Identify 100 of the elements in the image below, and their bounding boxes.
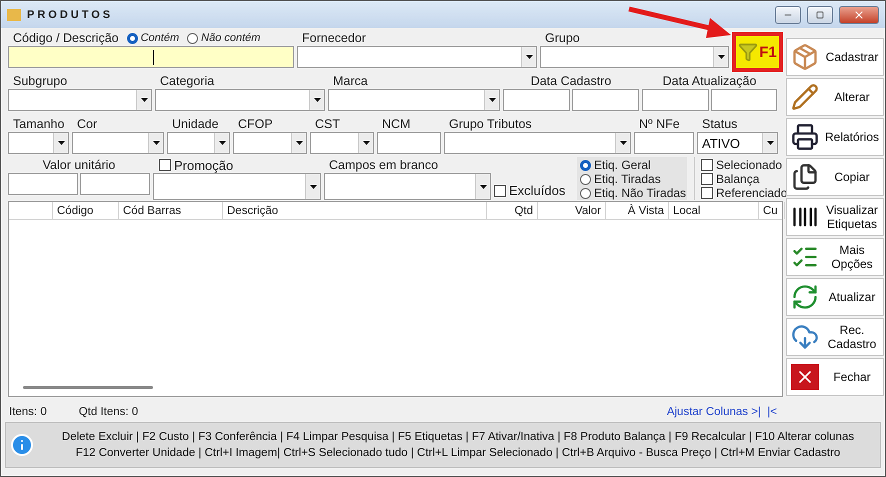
field-label: Marca: [332, 73, 369, 89]
field-label: Subgrupo: [12, 73, 68, 89]
quantity-count: Qtd Itens: 0: [78, 406, 138, 418]
radio-option[interactable]: Contém: [126, 32, 180, 44]
dropdown-button[interactable]: [475, 174, 490, 199]
input-field[interactable]: [572, 89, 639, 111]
dropdown-field[interactable]: [297, 46, 537, 68]
column-header[interactable]: À Vista: [606, 202, 669, 219]
input-field[interactable]: [377, 132, 441, 154]
close-button[interactable]: [839, 6, 879, 24]
dropdown-field[interactable]: [540, 46, 729, 68]
radio-option[interactable]: Não contém: [187, 32, 260, 44]
dropdown-button[interactable]: [53, 133, 68, 153]
action-button[interactable]: Copiar: [786, 158, 884, 196]
action-button[interactable]: Rec. Cadastro: [786, 318, 884, 356]
dropdown-button[interactable]: [762, 133, 777, 153]
column-header[interactable]: Valor: [538, 202, 606, 219]
radio-option[interactable]: Etiq. Geral: [580, 158, 684, 172]
action-button[interactable]: Atualizar: [786, 278, 884, 316]
checkbox[interactable]: Referenciado: [701, 186, 786, 200]
field-label: Grupo: [544, 30, 581, 46]
input-field[interactable]: [634, 132, 694, 154]
field-label: Fornecedor: [301, 30, 367, 46]
field-label: Categoria: [159, 73, 216, 89]
dropdown-value: ATIVO: [701, 134, 742, 152]
dropdown-field[interactable]: [8, 132, 69, 154]
caret-icon: [296, 141, 302, 145]
checkbox[interactable]: Balança: [701, 172, 786, 186]
dropdown-field[interactable]: [324, 173, 491, 200]
column-header[interactable]: Código: [53, 202, 119, 219]
input-field[interactable]: [642, 89, 708, 111]
dropdown-button[interactable]: [214, 133, 229, 153]
maximize-button[interactable]: [807, 6, 833, 24]
dropdown-button[interactable]: [484, 90, 499, 110]
field-label: Valor unitário: [42, 157, 116, 173]
radio-option[interactable]: Etiq. Não Tiradas: [580, 186, 684, 200]
caret-icon: [58, 141, 64, 145]
column-header[interactable]: Cód Barras: [119, 202, 223, 219]
dropdown-button[interactable]: [136, 90, 151, 110]
input-field[interactable]: [80, 173, 150, 195]
field-label: Status: [701, 116, 738, 132]
field-label: Data Atualização: [662, 73, 758, 89]
column-header[interactable]: Descrição: [223, 202, 487, 219]
dropdown-field[interactable]: [155, 89, 325, 111]
dropdown-button[interactable]: [713, 47, 728, 67]
dropdown-field[interactable]: ATIVO: [697, 132, 778, 154]
action-button[interactable]: Mais Opções: [786, 238, 884, 276]
field-label: Nº NFe: [638, 116, 681, 132]
dropdown-field[interactable]: [233, 132, 307, 154]
field-label: Grupo Tributos: [448, 116, 533, 132]
dropdown-field[interactable]: [72, 132, 164, 154]
checkbox[interactable]: Excluídos: [494, 183, 570, 198]
pencil-icon: [791, 83, 819, 111]
caret-icon: [766, 141, 774, 145]
dropdown-button[interactable]: [615, 133, 630, 153]
dropdown-field[interactable]: [328, 89, 500, 111]
field-label: Unidade: [171, 116, 220, 132]
input-field[interactable]: [8, 173, 78, 195]
action-button[interactable]: Alterar: [786, 78, 884, 116]
column-header[interactable]: Qtd: [487, 202, 538, 219]
dropdown-field[interactable]: [444, 132, 631, 154]
column-header[interactable]: Cu: [759, 202, 785, 219]
dropdown-button[interactable]: [148, 133, 163, 153]
dropdown-field[interactable]: [167, 132, 230, 154]
action-button[interactable]: Relatórios: [786, 118, 884, 156]
checkbox[interactable]: Selecionado: [701, 158, 786, 172]
close-icon: [853, 8, 865, 20]
dropdown-button[interactable]: [309, 90, 324, 110]
close-icon: [791, 364, 819, 390]
dropdown-field[interactable]: [8, 89, 152, 111]
dropdown-button[interactable]: [521, 47, 536, 67]
cloud-download-icon: [791, 323, 819, 351]
action-button[interactable]: Visualizar Etiquetas: [786, 198, 884, 236]
checkbox[interactable]: Promoção: [159, 158, 234, 172]
scrollbar-thumb[interactable]: [23, 386, 153, 389]
input-field[interactable]: [503, 89, 570, 111]
search-field[interactable]: [8, 46, 294, 68]
dropdown-field[interactable]: [310, 132, 374, 154]
column-header[interactable]: Local: [669, 202, 759, 219]
dropdown-button[interactable]: [358, 133, 373, 153]
adjust-columns-link[interactable]: Ajustar Colunas >| |<: [666, 406, 777, 418]
window-icon: [7, 8, 21, 20]
caret-icon: [362, 141, 370, 145]
box-icon: [791, 43, 819, 71]
dropdown-field[interactable]: [153, 173, 321, 200]
field-label: Cor: [76, 116, 98, 132]
input-field[interactable]: [710, 89, 777, 111]
caret-icon: [152, 141, 160, 145]
field-label: Campos em branco: [328, 157, 440, 173]
caret-icon: [526, 55, 532, 59]
filter-shortcut-button[interactable]: F1: [732, 32, 783, 72]
radio-option[interactable]: Etiq. Tiradas: [580, 172, 684, 186]
field-label: CST: [314, 116, 341, 132]
field-label: Tamanho: [12, 116, 66, 132]
action-button[interactable]: Fechar: [786, 358, 884, 396]
dropdown-button[interactable]: [291, 133, 306, 153]
info-icon: [10, 433, 34, 457]
action-button[interactable]: Cadastrar: [786, 38, 884, 76]
minimize-button[interactable]: [775, 6, 801, 24]
dropdown-button[interactable]: [305, 174, 320, 199]
